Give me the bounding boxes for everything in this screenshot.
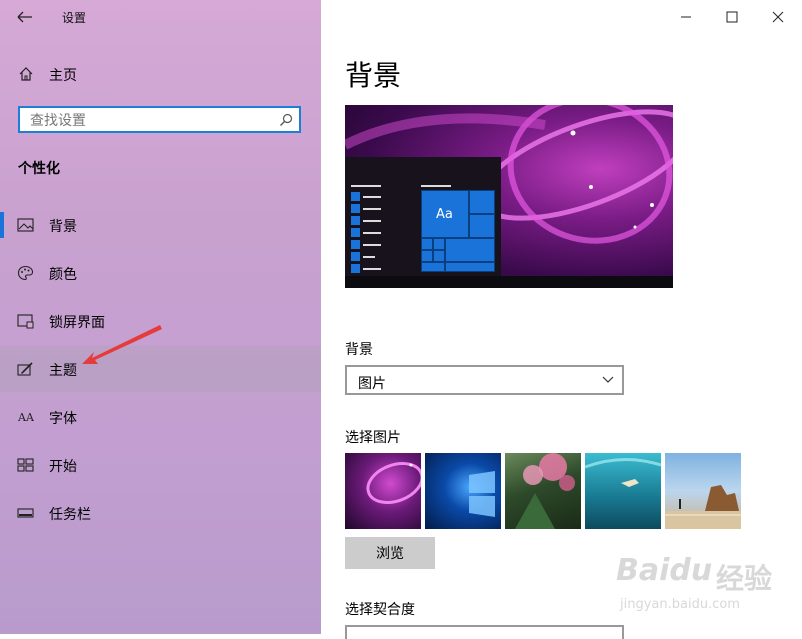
thumbnail-image xyxy=(469,471,495,517)
sidebar-item-label: 背景 xyxy=(49,219,77,235)
thumbnail-image xyxy=(515,453,575,529)
sidebar-item-colors[interactable]: 颜色 xyxy=(0,250,321,296)
home-icon xyxy=(19,67,33,81)
picture-icon xyxy=(17,218,34,232)
search-input[interactable] xyxy=(28,111,282,131)
back-button[interactable] xyxy=(12,6,38,28)
preview-taskbar xyxy=(345,276,673,288)
theme-brush-icon xyxy=(17,362,33,376)
search-icon[interactable] xyxy=(279,113,293,127)
fit-dropdown[interactable] xyxy=(345,625,624,639)
page-title: 背景 xyxy=(345,59,402,92)
sidebar-item-lock-screen[interactable]: 锁屏界面 xyxy=(0,298,321,344)
start-tiles-icon xyxy=(17,458,34,472)
thumbnail-image xyxy=(366,462,421,504)
thumbnail-image xyxy=(665,485,741,529)
background-preview: Aa xyxy=(345,105,673,288)
background-type-dropdown[interactable]: 图片 xyxy=(345,365,624,395)
thumbnail-underwater[interactable] xyxy=(585,453,661,529)
choose-picture-label: 选择图片 xyxy=(345,430,401,446)
choose-fit-label: 选择契合度 xyxy=(345,602,415,618)
sidebar-item-taskbar[interactable]: 任务栏 xyxy=(0,490,321,536)
dropdown-value: 图片 xyxy=(358,376,386,392)
sidebar-item-label: 锁屏界面 xyxy=(49,315,105,331)
svg-text:AA: AA xyxy=(17,411,34,424)
font-icon: AA xyxy=(17,411,34,424)
close-icon xyxy=(772,11,784,23)
chevron-down-icon xyxy=(602,376,614,383)
settings-window: 设置 主页 个性化 背景 xyxy=(0,0,802,639)
maximize-button[interactable] xyxy=(717,4,747,30)
thumbnail-pink-blossom[interactable] xyxy=(505,453,581,529)
sidebar-item-home[interactable]: 主页 xyxy=(0,58,321,90)
content-pane: 背景 Aa 背景 图片 选择图片 浏览 选择契合度 xyxy=(321,0,802,639)
minimize-icon xyxy=(681,16,691,18)
sidebar-item-label: 颜色 xyxy=(49,267,77,283)
taskbar-icon xyxy=(17,508,34,518)
sidebar-item-start[interactable]: 开始 xyxy=(0,442,321,488)
sidebar: 设置 主页 个性化 背景 xyxy=(0,0,321,634)
background-label: 背景 xyxy=(345,342,373,358)
app-title: 设置 xyxy=(62,11,87,25)
search-box[interactable] xyxy=(18,106,301,133)
sidebar-item-themes[interactable]: 主题 xyxy=(0,346,321,392)
sidebar-item-label: 字体 xyxy=(49,411,77,427)
lock-screen-icon xyxy=(17,314,34,329)
sidebar-item-fonts[interactable]: AA 字体 xyxy=(0,394,321,440)
active-indicator xyxy=(0,212,4,238)
close-button[interactable] xyxy=(763,4,793,30)
browse-button[interactable]: 浏览 xyxy=(345,537,435,569)
preview-tile-aa: Aa xyxy=(421,190,469,238)
start-menu-preview: Aa xyxy=(345,157,501,276)
thumbnail-beach-rocks[interactable] xyxy=(665,453,741,529)
thumbnail-image xyxy=(585,457,661,487)
thumbnail-windows-blue[interactable] xyxy=(425,453,501,529)
sidebar-item-background[interactable]: 背景 xyxy=(0,202,321,248)
thumbnail-purple-swirl[interactable] xyxy=(345,453,421,529)
home-label: 主页 xyxy=(49,68,77,84)
minimize-button[interactable] xyxy=(671,4,701,30)
sidebar-item-label: 开始 xyxy=(49,459,77,475)
sidebar-item-label: 主题 xyxy=(49,363,77,379)
palette-icon xyxy=(17,265,34,281)
sidebar-item-label: 任务栏 xyxy=(49,507,91,523)
maximize-icon xyxy=(726,11,738,23)
section-title: 个性化 xyxy=(18,161,60,177)
back-arrow-icon xyxy=(17,11,32,23)
